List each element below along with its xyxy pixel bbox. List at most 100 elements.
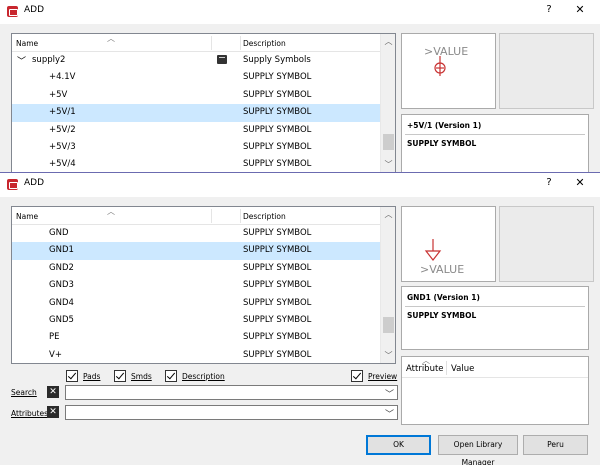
library-tree[interactable]: ︿ Name Description ﹀ supply2 Supply Symb… — [11, 33, 396, 172]
tree-row[interactable]: GND1 SUPPLY SYMBOL — [12, 242, 382, 260]
device-name: GND2 — [49, 262, 74, 273]
symbol-value-label: >VALUE — [424, 45, 469, 58]
sort-up-icon: ︿ — [107, 207, 115, 216]
device-info-panel: +5V/1 (Version 1) SUPPLY SYMBOL — [401, 114, 589, 172]
sort-up-icon: ︿ — [107, 34, 115, 43]
attributes-input[interactable]: ﹀ — [65, 405, 398, 420]
library-tree[interactable]: ︿ Name Description GND SUPPLY SYMBOL GND1 S… — [11, 206, 396, 364]
close-button[interactable]: ✕ — [571, 3, 589, 16]
scroll-up-arrow-icon[interactable]: ︿ — [381, 209, 395, 220]
divider — [402, 377, 588, 378]
tree-row[interactable]: +5V/1 SUPPLY SYMBOL — [12, 104, 382, 122]
app-logo-icon — [7, 179, 18, 190]
help-button[interactable]: ? — [541, 4, 557, 15]
symbol-preview: >VALUE — [401, 33, 496, 109]
column-description[interactable]: Description — [243, 39, 286, 48]
add-dialog-back: ADD ? ✕ ︿ Name Description ﹀ supply2 Sup… — [0, 0, 600, 172]
tree-row[interactable]: GND5 SUPPLY SYMBOL — [12, 312, 382, 329]
vertical-scrollbar[interactable]: ︿ ﹀ — [380, 207, 395, 363]
device-name: PE — [49, 332, 60, 343]
column-description[interactable]: Description — [243, 212, 286, 221]
tree-row[interactable]: +5V SUPPLY SYMBOL — [12, 87, 382, 104]
scroll-down-arrow-icon[interactable]: ﹀ — [381, 350, 395, 361]
description-checkbox[interactable]: Description — [165, 370, 225, 382]
column-divider[interactable] — [446, 361, 447, 375]
tree-row[interactable]: PE SUPPLY SYMBOL — [12, 329, 382, 346]
pads-label: Pads — [83, 371, 101, 381]
column-attribute[interactable]: Attribute — [406, 364, 444, 374]
clear-attributes-icon[interactable]: ✕ — [47, 406, 59, 418]
package-preview — [499, 33, 594, 109]
device-name: GND5 — [49, 314, 74, 325]
symbol-preview: >VALUE — [401, 206, 496, 282]
pads-checkbox[interactable]: Pads — [66, 370, 100, 382]
tree-row[interactable]: GND3 SUPPLY SYMBOL — [12, 277, 382, 294]
attributes-label: Attributes — [11, 409, 49, 418]
chevron-down-icon[interactable]: ﹀ — [385, 407, 394, 420]
device-description: SUPPLY SYMBOL — [243, 89, 312, 100]
scroll-thumb[interactable] — [383, 134, 394, 150]
tree-row[interactable]: V+ SUPPLY SYMBOL — [12, 347, 382, 363]
scroll-thumb[interactable] — [383, 317, 394, 333]
window-title: ADD — [24, 5, 45, 15]
column-name[interactable]: Name — [16, 39, 38, 48]
column-name[interactable]: Name — [16, 212, 38, 221]
device-description: SUPPLY SYMBOL — [243, 159, 312, 170]
tree-row[interactable]: +5V/4 SUPPLY SYMBOL — [12, 156, 382, 172]
help-button[interactable]: ? — [541, 177, 557, 188]
device-name: +5V/2 — [49, 124, 76, 135]
column-value[interactable]: Value — [451, 364, 474, 374]
tree-row[interactable]: GND2 SUPPLY SYMBOL — [12, 260, 382, 277]
chevron-down-icon[interactable]: ﹀ — [17, 54, 26, 67]
search-input[interactable]: ﹀ — [65, 385, 398, 400]
device-description: SUPPLY SYMBOL — [243, 297, 312, 308]
preview-checkbox[interactable]: Preview — [351, 370, 397, 382]
attribute-table[interactable]: ︿ Attribute Value — [401, 356, 589, 425]
tree-rows: GND SUPPLY SYMBOL GND1 SUPPLY SYMBOL GND2 SUP… — [12, 225, 382, 363]
device-title: +5V/1 (Version 1) — [407, 121, 482, 130]
close-button[interactable]: ✕ — [571, 176, 589, 189]
clear-search-icon[interactable]: ✕ — [47, 386, 59, 398]
device-name: +5V/3 — [49, 141, 76, 152]
symbol-value-label: >VALUE — [420, 263, 465, 276]
cancel-button[interactable]: Peru — [523, 435, 588, 455]
ok-button[interactable]: OK — [366, 435, 431, 455]
tree-row[interactable]: GND4 SUPPLY SYMBOL — [12, 295, 382, 312]
group-description: Supply Symbols — [243, 55, 311, 65]
column-divider[interactable] — [211, 36, 212, 50]
tree-row[interactable]: +4.1V SUPPLY SYMBOL — [12, 69, 382, 86]
open-library-manager-button[interactable]: Open Library Manager — [438, 435, 518, 465]
tree-row[interactable]: +5V/2 SUPPLY SYMBOL — [12, 122, 382, 139]
tree-row[interactable]: GND SUPPLY SYMBOL — [12, 225, 382, 242]
add-dialog-front: ADD ? ✕ ︿ Name Description GND SUPPLY SYM… — [0, 172, 600, 465]
device-description: SUPPLY SYMBOL — [243, 262, 312, 273]
column-divider[interactable] — [211, 209, 212, 223]
checkbox-checked-icon[interactable] — [351, 370, 363, 382]
checkbox-checked-icon[interactable] — [66, 370, 78, 382]
divider — [405, 306, 585, 307]
device-name: +5V/4 — [49, 159, 76, 170]
device-name: +4.1V — [49, 72, 76, 83]
divider — [405, 134, 585, 135]
smds-label: Smds — [131, 371, 152, 381]
device-description: SUPPLY SYMBOL — [243, 245, 312, 256]
column-divider[interactable] — [240, 209, 241, 223]
package-preview — [499, 206, 594, 282]
vertical-scrollbar[interactable]: ︿ ﹀ — [380, 34, 395, 172]
device-name: +5V/1 — [49, 107, 76, 118]
window-title: ADD — [24, 178, 45, 188]
scroll-up-arrow-icon[interactable]: ︿ — [381, 36, 395, 47]
tree-row[interactable]: +5V/3 SUPPLY SYMBOL — [12, 139, 382, 156]
title-bar: ADD ? ✕ — [0, 173, 600, 197]
checkbox-checked-icon[interactable] — [165, 370, 177, 382]
chevron-down-icon[interactable]: ﹀ — [385, 387, 394, 400]
column-divider[interactable] — [240, 36, 241, 50]
checkbox-checked-icon[interactable] — [114, 370, 126, 382]
device-description: SUPPLY SYMBOL — [243, 141, 312, 152]
search-label: Search — [11, 388, 37, 397]
scroll-down-arrow-icon[interactable]: ﹀ — [381, 159, 395, 170]
device-name: +5V — [49, 89, 68, 100]
device-info-panel: GND1 (Version 1) SUPPLY SYMBOL — [401, 286, 589, 350]
tree-group-supply2[interactable]: ﹀ supply2 Supply Symbols — [12, 52, 382, 69]
smds-checkbox[interactable]: Smds — [114, 370, 152, 382]
